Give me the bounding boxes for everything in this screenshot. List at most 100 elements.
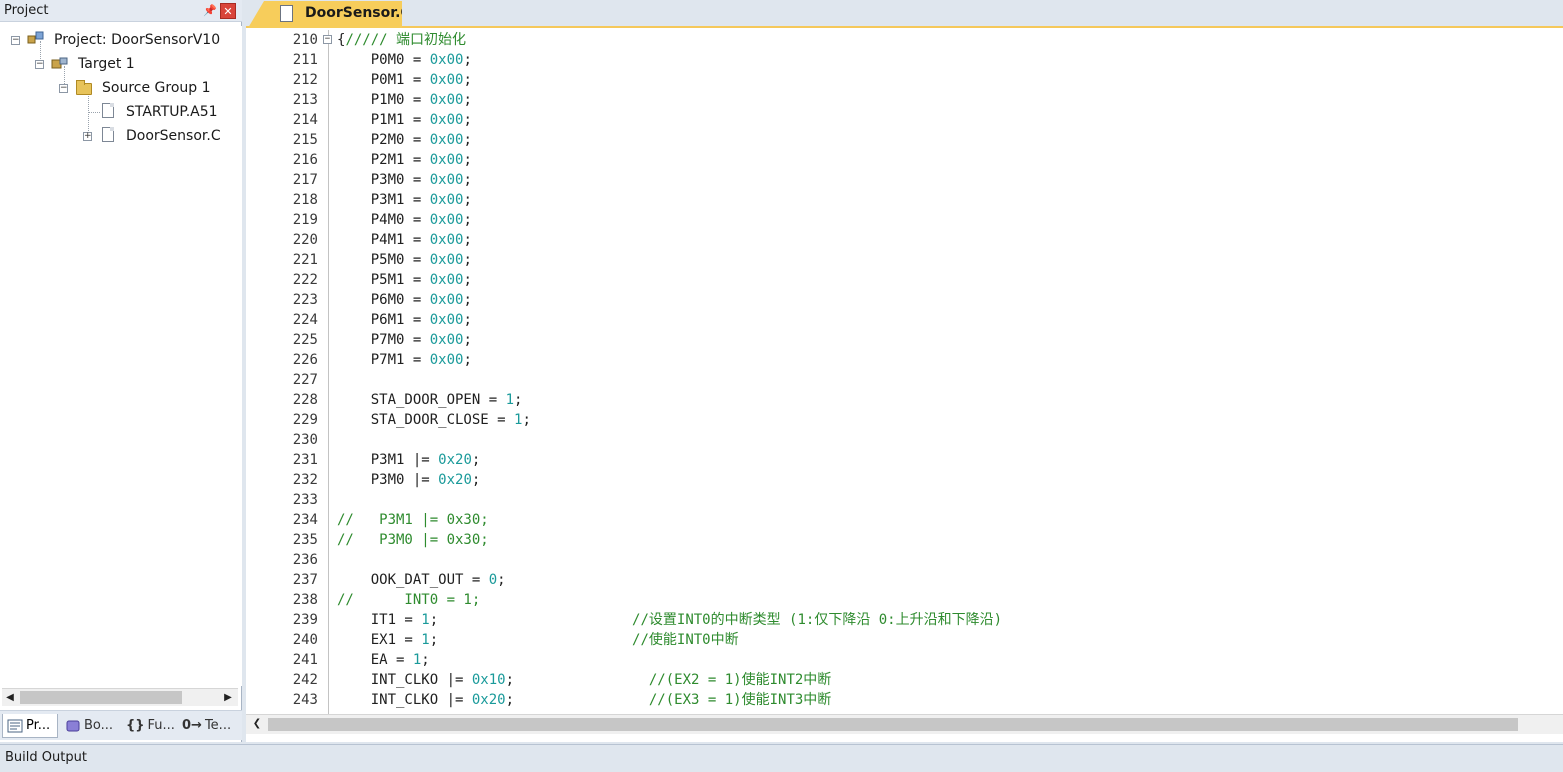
- tree-node-file[interactable]: STARTUP.A51: [0, 102, 240, 122]
- code-line[interactable]: 240 EX1 = 1; //使能INT0中断: [246, 630, 1546, 650]
- line-number: 240: [292, 632, 318, 648]
- code-line[interactable]: 232 P3M0 |= 0x20;: [246, 470, 1546, 490]
- code-line[interactable]: 235 // P3M0 |= 0x30;: [246, 530, 1546, 550]
- code-number: 1: [421, 632, 430, 648]
- code-number: 1: [505, 392, 515, 408]
- code-line[interactable]: 222 P5M1 = 0x00;: [246, 270, 1546, 290]
- project-horizontal-scrollbar[interactable]: ◀ ▶: [2, 688, 238, 706]
- code-text: P3M0 = 0x00;: [337, 170, 472, 190]
- tab-label: Te...: [204, 718, 232, 733]
- code-line[interactable]: 213 P1M0 = 0x00;: [246, 90, 1546, 110]
- tree-node-source-group[interactable]: − Source Group 1: [0, 78, 240, 98]
- build-output-bar[interactable]: Build Output: [0, 744, 1563, 772]
- editor-horizontal-scrollbar[interactable]: ❮: [246, 714, 1563, 734]
- line-number: 218: [292, 192, 318, 208]
- code-number: 0: [488, 572, 498, 588]
- code-number: 0x20: [438, 472, 472, 488]
- code-line[interactable]: 212 P0M1 = 0x00;: [246, 70, 1546, 90]
- code-line[interactable]: 238 // INT0 = 1;: [246, 590, 1546, 610]
- code-line[interactable]: 217 P3M0 = 0x00;: [246, 170, 1546, 190]
- code-line[interactable]: 223 P6M0 = 0x00;: [246, 290, 1546, 310]
- code-token: P3M0 =: [337, 172, 430, 188]
- code-line[interactable]: 233: [246, 490, 1546, 510]
- tab-doorsensor-c[interactable]: DoorSensor.C: [248, 1, 402, 28]
- code-line[interactable]: 228 STA_DOOR_OPEN = 1;: [246, 390, 1546, 410]
- code-line[interactable]: 220 P4M1 = 0x00;: [246, 230, 1546, 250]
- code-line[interactable]: 221 P5M0 = 0x00;: [246, 250, 1546, 270]
- tree-node-project[interactable]: − Project: DoorSensorV10: [0, 30, 240, 50]
- scroll-right-icon[interactable]: ▶: [220, 690, 236, 706]
- code-token: ;: [463, 132, 472, 148]
- code-comment: //(EX2 = 1)使能INT2中断: [648, 672, 832, 688]
- pin-icon[interactable]: 📌: [203, 3, 217, 18]
- scroll-left-icon[interactable]: ◀: [2, 690, 18, 706]
- code-token: ;: [463, 292, 472, 308]
- collapse-icon[interactable]: −: [35, 60, 44, 69]
- project-panel: Project 📌 ✕ − Project: DoorSensorV10 − T…: [0, 0, 242, 742]
- line-number: 224: [292, 312, 318, 328]
- books-icon: [66, 720, 80, 731]
- code-text: STA_DOOR_CLOSE = 1;: [337, 410, 531, 430]
- code-token: ;: [505, 692, 649, 708]
- scroll-left-icon[interactable]: ❮: [249, 716, 265, 732]
- tab-project[interactable]: Pr...: [2, 714, 58, 738]
- code-token: P4M1 =: [337, 232, 430, 248]
- code-comment: // INT0 = 1;: [337, 592, 481, 608]
- code-line[interactable]: 219 P4M0 = 0x00;: [246, 210, 1546, 230]
- code-token: IT1 =: [337, 612, 422, 628]
- code-line[interactable]: 231 P3M1 |= 0x20;: [246, 450, 1546, 470]
- line-number: 215: [292, 132, 318, 148]
- code-line[interactable]: 239 IT1 = 1; //设置INT0的中断类型 (1:仅下降沿 0:上升沿…: [246, 610, 1546, 630]
- code-token: P0M0 =: [337, 52, 430, 68]
- code-line[interactable]: 227: [246, 370, 1546, 390]
- code-line[interactable]: 224 P6M1 = 0x00;: [246, 310, 1546, 330]
- code-line[interactable]: 234 // P3M1 |= 0x30;: [246, 510, 1546, 530]
- code-line[interactable]: 236: [246, 550, 1546, 570]
- code-token: ;: [514, 392, 523, 408]
- code-line[interactable]: 225 P7M0 = 0x00;: [246, 330, 1546, 350]
- code-line[interactable]: 241 EA = 1;: [246, 650, 1546, 670]
- code-line[interactable]: 229 STA_DOOR_CLOSE = 1;: [246, 410, 1546, 430]
- code-line[interactable]: 242 INT_CLKO |= 0x10; //(EX2 = 1)使能INT2中…: [246, 670, 1546, 690]
- code-line[interactable]: 218 P3M1 = 0x00;: [246, 190, 1546, 210]
- code-token: ;: [463, 172, 472, 188]
- tab-functions[interactable]: {} Fu...: [122, 714, 176, 738]
- code-text: INT_CLKO |= 0x10; //(EX2 = 1)使能INT2中断: [337, 670, 832, 690]
- code-text: P1M0 = 0x00;: [337, 90, 472, 110]
- code-editor: DoorSensor.C 210− {///// 端口初始化 211 P0M0 = …: [246, 0, 1563, 742]
- code-line[interactable]: 214 P1M1 = 0x00;: [246, 110, 1546, 130]
- code-token: P7M0 =: [337, 332, 430, 348]
- code-line[interactable]: 216 P2M1 = 0x00;: [246, 150, 1546, 170]
- expand-icon[interactable]: +: [83, 132, 92, 141]
- code-line[interactable]: 215 P2M0 = 0x00;: [246, 130, 1546, 150]
- code-line[interactable]: 230: [246, 430, 1546, 450]
- tab-label: Bo...: [84, 718, 114, 733]
- line-number: 219: [292, 212, 318, 228]
- tab-templates[interactable]: 0→ Te...: [178, 714, 238, 738]
- fold-collapse-icon[interactable]: −: [323, 35, 332, 44]
- code-number: 0x00: [429, 272, 464, 288]
- project-window-icon: [7, 719, 23, 732]
- code-text: P0M0 = 0x00;: [337, 50, 472, 70]
- code-area[interactable]: 210− {///// 端口初始化 211 P0M0 = 0x00; 212 P0M1…: [246, 30, 1563, 714]
- code-comment: //(EX3 = 1)使能INT3中断: [648, 692, 832, 708]
- scrollbar-thumb[interactable]: [20, 691, 182, 704]
- code-line[interactable]: 226 P7M1 = 0x00;: [246, 350, 1546, 370]
- code-line[interactable]: 210− {///// 端口初始化: [246, 30, 1546, 50]
- code-token: ;: [421, 652, 430, 668]
- tab-books[interactable]: Bo...: [61, 714, 119, 738]
- code-number: 0x20: [471, 692, 506, 708]
- collapse-icon[interactable]: −: [11, 36, 20, 45]
- scrollbar-thumb[interactable]: [268, 718, 1518, 731]
- close-icon[interactable]: ✕: [220, 3, 236, 19]
- code-line[interactable]: 211 P0M0 = 0x00;: [246, 50, 1546, 70]
- file-icon: [102, 127, 114, 142]
- collapse-icon[interactable]: −: [59, 84, 68, 93]
- tree-node-file[interactable]: + DoorSensor.C: [0, 126, 240, 146]
- code-text: P6M1 = 0x00;: [337, 310, 472, 330]
- code-line[interactable]: 243 INT_CLKO |= 0x20; //(EX3 = 1)使能INT3中…: [246, 690, 1546, 710]
- tree-node-target[interactable]: − Target 1: [0, 54, 240, 74]
- tab-label: Fu...: [147, 718, 175, 733]
- code-line[interactable]: 237 OOK_DAT_OUT = 0;: [246, 570, 1546, 590]
- code-token: ;: [497, 572, 506, 588]
